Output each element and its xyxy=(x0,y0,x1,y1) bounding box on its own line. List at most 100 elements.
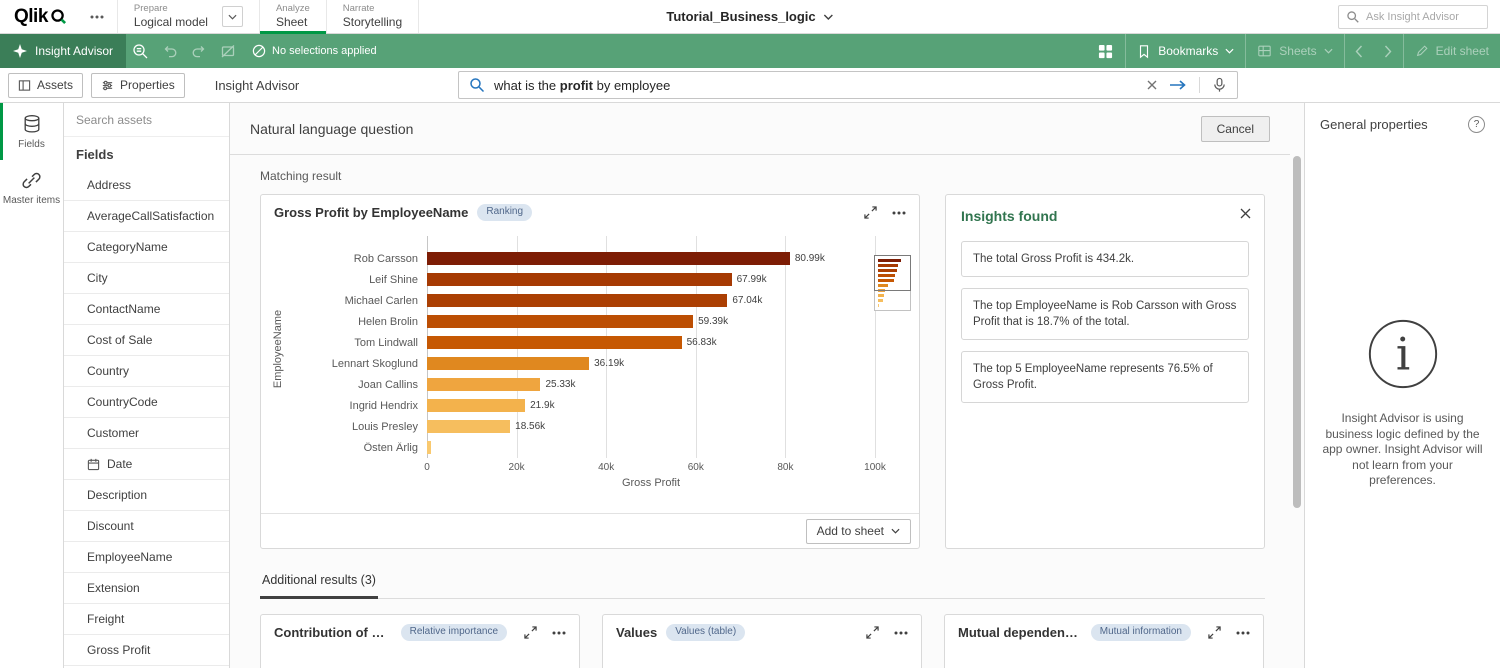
bar-value-label: 21.9k xyxy=(530,400,554,411)
vertical-scrollbar[interactable] xyxy=(1290,103,1304,668)
selections-search-icon[interactable] xyxy=(126,34,155,68)
microphone-icon[interactable] xyxy=(1212,77,1227,93)
edit-sheet-button[interactable]: Edit sheet xyxy=(1404,34,1500,68)
add-to-sheet-button[interactable]: Add to sheet xyxy=(806,519,911,544)
mini-bar xyxy=(878,264,898,267)
field-item[interactable]: Extension xyxy=(64,573,229,604)
bar[interactable] xyxy=(427,357,589,370)
field-label: Description xyxy=(87,488,147,502)
bar[interactable] xyxy=(427,315,693,328)
more-menu-icon[interactable] xyxy=(1236,631,1250,635)
field-label: Country xyxy=(87,364,129,378)
field-label: CountryCode xyxy=(87,395,158,409)
ask-insight-advisor-input[interactable] xyxy=(1366,11,1480,23)
field-item[interactable]: Cost of Sale xyxy=(64,325,229,356)
expand-icon[interactable] xyxy=(524,626,537,639)
mini-bar xyxy=(878,294,884,297)
main-body: Matching result Gross Profit by Employee… xyxy=(230,155,1290,668)
chevron-down-icon xyxy=(891,528,900,534)
field-item[interactable]: Address xyxy=(64,170,229,201)
field-item[interactable]: EmployeeName xyxy=(64,542,229,573)
bar[interactable] xyxy=(427,273,732,286)
field-item[interactable]: Gross Profit xyxy=(64,635,229,666)
bar-track: 36.19k xyxy=(427,357,875,370)
bar-value-label: 67.04k xyxy=(732,295,762,306)
field-item[interactable]: AverageCallSatisfaction xyxy=(64,201,229,232)
tab-analyze[interactable]: Analyze Sheet xyxy=(260,0,327,33)
field-item[interactable]: Discount xyxy=(64,511,229,542)
field-item[interactable]: CategoryName xyxy=(64,232,229,263)
query-suffix: by employee xyxy=(593,78,670,93)
tab-prepare[interactable]: Prepare Logical model xyxy=(118,0,260,33)
natural-language-query-bar[interactable]: what is the profit by employee xyxy=(458,71,1238,99)
field-item[interactable]: CountryCode xyxy=(64,387,229,418)
tab-label: Logical model xyxy=(134,15,208,31)
search-assets-input[interactable] xyxy=(76,113,217,127)
more-options-icon[interactable] xyxy=(77,0,118,33)
bar[interactable] xyxy=(427,399,525,412)
expand-icon[interactable] xyxy=(1208,626,1221,639)
sheets-button[interactable]: Sheets xyxy=(1246,34,1343,68)
submit-query-icon[interactable] xyxy=(1169,79,1187,91)
bar[interactable] xyxy=(427,294,727,307)
field-label: ContactName xyxy=(87,302,160,316)
svg-text:i: i xyxy=(1395,328,1409,381)
bar[interactable] xyxy=(427,252,790,265)
bar-rows: Rob Carsson80.99kLeif Shine67.99kMichael… xyxy=(287,248,875,458)
card-title: Values xyxy=(616,625,657,640)
help-icon[interactable]: ? xyxy=(1468,116,1485,133)
y-axis: EmployeeName xyxy=(269,248,287,513)
more-menu-icon[interactable] xyxy=(894,631,908,635)
expand-icon[interactable] xyxy=(866,626,879,639)
ask-insight-advisor-search[interactable] xyxy=(1338,5,1488,29)
field-item[interactable]: Freight xyxy=(64,604,229,635)
category-label: Tom Lindwall xyxy=(287,337,427,349)
info-text: Insight Advisor is using business logic … xyxy=(1320,411,1485,489)
clear-query-icon[interactable] xyxy=(1147,80,1157,90)
field-item[interactable]: Date xyxy=(64,449,229,480)
properties-panel-button[interactable]: Properties xyxy=(91,73,185,98)
scrollbar-thumb[interactable] xyxy=(1293,156,1301,508)
chevron-down-icon xyxy=(1324,48,1333,54)
bar[interactable] xyxy=(427,441,431,454)
selections-status-text: No selections applied xyxy=(272,45,377,57)
insight-advisor-button[interactable]: Insight Advisor xyxy=(0,34,126,68)
x-tick-label: 100k xyxy=(864,462,886,473)
assets-button-label: Assets xyxy=(37,78,73,92)
bookmarks-button[interactable]: Bookmarks xyxy=(1126,34,1245,68)
cancel-button[interactable]: Cancel xyxy=(1201,116,1270,142)
more-menu-icon[interactable] xyxy=(892,211,906,215)
more-menu-icon[interactable] xyxy=(552,631,566,635)
logical-model-dropdown[interactable] xyxy=(222,6,243,27)
bar[interactable] xyxy=(427,336,682,349)
selections-toolbar: Insight Advisor No selections applied Bo… xyxy=(0,34,1500,68)
insight-item: The top 5 EmployeeName represents 76.5% … xyxy=(961,351,1249,403)
tab-additional-results[interactable]: Additional results (3) xyxy=(260,573,378,599)
field-item[interactable]: City xyxy=(64,263,229,294)
field-item[interactable]: Description xyxy=(64,480,229,511)
field-item[interactable]: ContactName xyxy=(64,294,229,325)
close-icon[interactable] xyxy=(1240,208,1251,219)
assets-panel-button[interactable]: Assets xyxy=(8,73,83,98)
bar[interactable] xyxy=(427,420,510,433)
search-assets-box[interactable] xyxy=(64,103,229,137)
field-item[interactable]: Customer xyxy=(64,418,229,449)
app-objects-icon[interactable] xyxy=(1085,34,1125,68)
expand-icon[interactable] xyxy=(864,206,877,219)
chart-mini-navigator[interactable] xyxy=(874,255,911,311)
clear-selections-icon[interactable] xyxy=(213,34,242,68)
app-title[interactable]: Tutorial_Business_logic xyxy=(666,0,833,33)
step-forward-icon[interactable] xyxy=(184,34,213,68)
step-back-icon[interactable] xyxy=(155,34,184,68)
field-item[interactable]: Country xyxy=(64,356,229,387)
rail-item-master-items[interactable]: Master items xyxy=(0,160,63,217)
bar[interactable] xyxy=(427,378,540,391)
tab-narrate[interactable]: Narrate Storytelling xyxy=(327,0,419,33)
insight-advisor-icon xyxy=(13,44,27,58)
query-text[interactable]: what is the profit by employee xyxy=(494,78,670,93)
next-sheet-icon[interactable] xyxy=(1374,34,1403,68)
previous-sheet-icon[interactable] xyxy=(1345,34,1374,68)
rail-item-fields[interactable]: Fields xyxy=(0,103,63,160)
bottom-cards: Contribution of Employ…Relative importan… xyxy=(260,614,1265,668)
result-card: Contribution of Employ…Relative importan… xyxy=(260,614,580,668)
